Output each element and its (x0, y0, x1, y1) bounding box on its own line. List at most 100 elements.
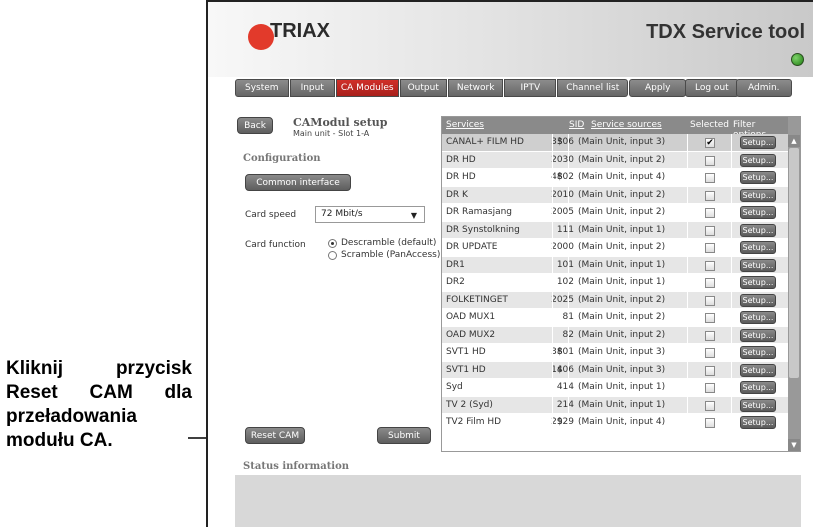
service-source: (Main Unit, input 3) (578, 137, 666, 147)
selected-checkbox[interactable] (705, 243, 715, 253)
common-interface-button[interactable]: Common interface (245, 174, 351, 191)
tab-output[interactable]: Output (399, 79, 447, 97)
app-title: TDX Service tool (646, 21, 805, 43)
selected-checkbox[interactable] (705, 173, 715, 183)
radio-scramble[interactable]: Scramble (PanAccess) (328, 250, 440, 260)
setup-button[interactable]: Setup... (740, 188, 776, 202)
setup-button[interactable]: Setup... (740, 416, 776, 429)
table-row[interactable]: OAD MUX181(Main Unit, input 2)Setup... (442, 309, 788, 327)
selected-checkbox[interactable] (705, 190, 715, 201)
scroll-down-icon[interactable]: ▼ (788, 439, 800, 451)
radio-unselected-icon[interactable] (328, 250, 337, 260)
service-source: (Main Unit, input 1) (578, 277, 666, 287)
service-sid: 2025 (551, 294, 574, 305)
service-name: DR K (446, 189, 468, 200)
setup-button[interactable]: Setup... (740, 153, 776, 167)
card-speed-select[interactable]: 72 Mbit/s ▼ (315, 206, 425, 223)
setup-button[interactable]: Setup... (740, 293, 776, 307)
setup-button[interactable]: Setup... (740, 328, 776, 342)
apply-button[interactable]: Apply (629, 79, 687, 97)
selected-checkbox[interactable]: ✔ (705, 138, 715, 148)
setup-button[interactable]: Setup... (740, 223, 776, 237)
column-divider (568, 134, 569, 451)
service-name: OAD MUX1 (446, 312, 496, 322)
tab-input[interactable]: Input (289, 79, 335, 97)
setup-button[interactable]: Setup... (740, 346, 776, 359)
radio-descramble[interactable]: Descramble (default) (328, 238, 436, 248)
tab-channel-list[interactable]: Channel list (557, 79, 629, 97)
tab-iptv[interactable]: IPTV (504, 79, 557, 97)
setup-button[interactable]: Setup... (740, 398, 776, 412)
page-subtitle: Main unit - Slot 1-A (293, 129, 370, 138)
service-source: (Main Unit, input 2) (578, 329, 666, 340)
table-row[interactable]: SVT1 HD $1406 (Main Unit, input 3) Setup... (442, 361, 788, 379)
main-nav: System Input CA Modules Output Network I… (235, 79, 629, 97)
selected-checkbox[interactable] (705, 295, 715, 306)
setup-button[interactable]: Setup... (740, 136, 776, 149)
tab-ca-modules[interactable]: CA Modules (335, 79, 399, 97)
table-row[interactable]: TV 2 (Syd) 214 (Main Unit, input 1) Setup..… (442, 396, 788, 414)
admin-button[interactable]: Admin. (736, 79, 792, 97)
service-source: (Main Unit, input 3) (578, 364, 666, 375)
submit-button[interactable]: Submit (377, 427, 431, 444)
setup-button[interactable]: Setup... (740, 311, 776, 324)
tab-network[interactable]: Network (447, 79, 504, 97)
selected-checkbox[interactable] (705, 208, 715, 218)
table-header: Services SID Service sources Selected Fi… (442, 117, 788, 140)
service-sid: 414 (556, 382, 574, 392)
selected-checkbox[interactable] (705, 418, 715, 428)
service-name: DR1 (446, 259, 465, 270)
column-divider (687, 134, 688, 451)
table-row[interactable]: Syd 414 (Main Unit, input 1) Setup... (442, 379, 788, 397)
selected-checkbox[interactable] (705, 260, 715, 271)
col-services[interactable]: Services (446, 120, 484, 130)
table-row[interactable]: SVT1 HD $3801 (Main Unit, input 3) Setup... (442, 344, 788, 362)
logout-button[interactable]: Log out (685, 79, 739, 97)
selected-checkbox[interactable] (705, 225, 715, 236)
scroll-up-icon[interactable]: ▲ (788, 135, 800, 147)
service-name: FOLKETINGET (446, 294, 508, 305)
selected-checkbox[interactable] (705, 155, 715, 166)
table-row[interactable]: DR UPDATE 2000 (Main Unit, input 2) Setup..… (442, 239, 788, 257)
service-sid: 101 (556, 259, 574, 270)
setup-button[interactable]: Setup... (740, 241, 776, 254)
table-row[interactable]: DR HD 2030 (Main Unit, input 2) Setup... (442, 151, 788, 169)
table-row[interactable]: DR K 2010 (Main Unit, input 2) Setup... (442, 186, 788, 204)
table-row[interactable]: FOLKETINGET 2025 (Main Unit, input 2) Setup… (442, 291, 788, 309)
tab-system[interactable]: System (235, 79, 289, 97)
table-row[interactable]: TV2 Film HD $2929 (Main Unit, input 4) Setu… (442, 414, 788, 432)
setup-button[interactable]: Setup... (740, 206, 776, 219)
selected-checkbox[interactable] (705, 365, 715, 376)
reset-cam-button[interactable]: Reset CAM (245, 427, 305, 444)
table-row[interactable]: DR Synstolkning 111 (Main Unit, input 1) Se… (442, 221, 788, 239)
setup-button[interactable]: Setup... (740, 258, 776, 272)
table-row[interactable]: DR HD $4802 (Main Unit, input 4) Setup... (442, 169, 788, 187)
table-row[interactable]: CANAL+ FILM HD $3306 (Main Unit, input 3) ✔… (442, 134, 788, 152)
selected-checkbox[interactable] (705, 348, 715, 358)
scrollbar-thumb[interactable] (789, 148, 799, 378)
setup-button[interactable]: Setup... (740, 276, 776, 289)
service-sid: 2030 (551, 154, 574, 165)
setup-button[interactable]: Setup... (740, 171, 776, 184)
annotation-line-1: Kliknij przycisk (6, 358, 192, 379)
table-row[interactable]: DR2 102 (Main Unit, input 1) Setup... (442, 274, 788, 292)
selected-checkbox[interactable] (705, 383, 715, 393)
configuration-heading: Configuration (243, 153, 321, 164)
service-source: (Main Unit, input 2) (578, 207, 666, 217)
table-row[interactable]: DR Ramasjang 2005 (Main Unit, input 2) Setu… (442, 204, 788, 222)
table-row[interactable]: OAD MUX282(Main Unit, input 2)Setup... (442, 326, 788, 344)
back-button[interactable]: Back (237, 117, 273, 134)
selected-checkbox[interactable] (705, 278, 715, 288)
col-service-sources[interactable]: Service sources (591, 120, 662, 130)
setup-button[interactable]: Setup... (740, 363, 776, 377)
setup-button[interactable]: Setup... (740, 381, 776, 394)
selected-checkbox[interactable] (705, 313, 715, 323)
radio-selected-icon[interactable] (328, 238, 337, 248)
col-sid[interactable]: SID (569, 120, 584, 130)
selected-checkbox[interactable] (705, 400, 715, 411)
service-name: TV 2 (Syd) (446, 399, 493, 410)
logo-text: TRIAX (270, 20, 330, 42)
selected-checkbox[interactable] (705, 330, 715, 341)
table-scrollbar[interactable]: ▲ ▼ (788, 117, 800, 451)
table-row[interactable]: DR1 101 (Main Unit, input 1) Setup... (442, 256, 788, 274)
